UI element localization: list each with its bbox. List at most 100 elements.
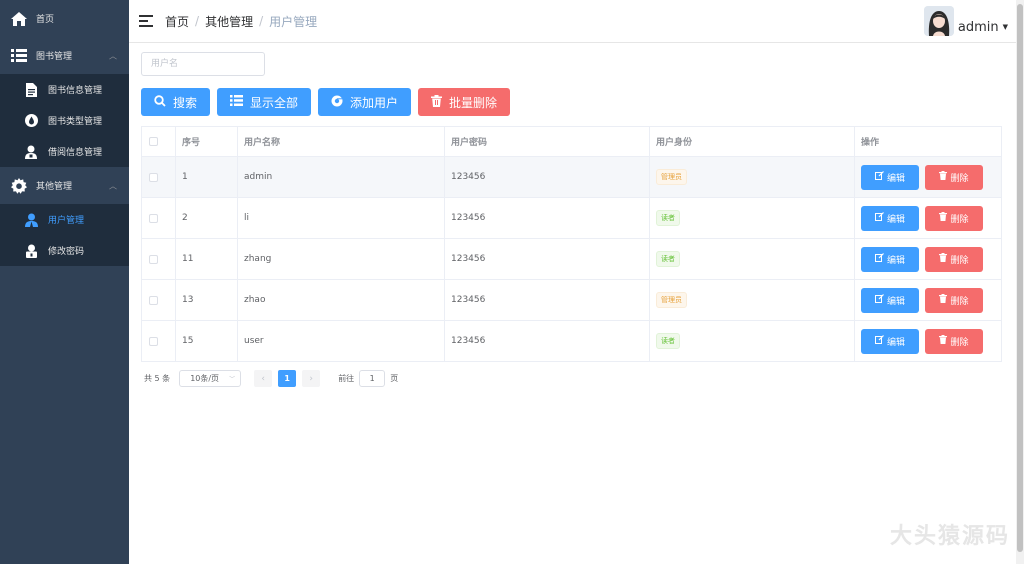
table-body: 1 admin 123456 管理员 编辑 删除 2 li 123456 读者 … (142, 157, 1001, 362)
delete-button[interactable]: 删除 (925, 205, 983, 231)
trash-icon (939, 294, 948, 306)
edit-button[interactable]: 编辑 (861, 164, 919, 190)
row-checkbox[interactable] (149, 295, 158, 305)
cell-password: 123456 (445, 157, 650, 197)
edit-icon (874, 212, 884, 224)
delete-button[interactable]: 删除 (925, 328, 983, 354)
cell-password: 123456 (445, 280, 650, 320)
scrollbar-thumb[interactable] (1017, 4, 1023, 552)
row-checkbox[interactable] (149, 172, 158, 182)
edit-icon (874, 171, 884, 183)
page-number[interactable]: 1 (278, 370, 297, 387)
delete-button[interactable]: 删除 (925, 164, 983, 190)
sidebar-item-label: 用户管理 (48, 216, 85, 226)
cell-name: zhang (238, 239, 445, 279)
sidebar-item-change-password[interactable]: 修改密码 (0, 235, 129, 266)
toolbar: 搜索 显示全部 添加用户 批量删除 (141, 88, 511, 116)
row-checkbox[interactable] (149, 213, 158, 223)
chevron-up-icon: ︿ (109, 181, 117, 190)
sidebar-item-label: 首页 (36, 15, 55, 25)
column-header-actions: 操作 (861, 138, 880, 148)
sidebar-item-book-mgmt[interactable]: 图书管理 ︿ (0, 37, 129, 74)
sidebar-item-label: 图书类型管理 (48, 117, 103, 127)
delete-button[interactable]: 删除 (925, 246, 983, 272)
breadcrumb: 首页 / 其他管理 / 用户管理 (165, 13, 318, 30)
table-row: 2 li 123456 读者 编辑 删除 (142, 198, 1001, 239)
sidebar-item-book-type[interactable]: 图书类型管理 (0, 105, 129, 136)
cell-password: 123456 (445, 239, 650, 279)
user-badge-icon (22, 143, 40, 161)
table-row: 1 admin 123456 管理员 编辑 删除 (142, 157, 1001, 198)
trash-icon (431, 94, 443, 110)
username: admin (957, 19, 999, 35)
breadcrumb-current: 用户管理 (269, 14, 318, 29)
select-all-checkbox[interactable] (149, 137, 158, 146)
list-icon (230, 95, 244, 109)
sidebar-item-label: 图书管理 (36, 52, 73, 62)
edit-button[interactable]: 编辑 (861, 328, 919, 354)
prev-page-button[interactable]: ‹ (254, 370, 273, 387)
hamburger-icon[interactable] (139, 15, 153, 27)
edit-button[interactable]: 编辑 (861, 287, 919, 313)
show-all-button[interactable]: 显示全部 (217, 88, 312, 116)
add-user-button[interactable]: 添加用户 (318, 88, 412, 116)
cell-password: 123456 (445, 321, 650, 361)
pagination: 共 5 条 10条/页 ﹀ ‹ 1 › 前往 页 (144, 370, 398, 387)
header: 首页 / 其他管理 / 用户管理 admin ▼ (129, 0, 1016, 43)
trash-icon (939, 335, 948, 347)
search-button[interactable]: 搜索 (141, 88, 211, 116)
role-tag: 读者 (656, 333, 680, 349)
sidebar-item-book-info[interactable]: 图书信息管理 (0, 74, 129, 105)
cell-name: user (238, 321, 445, 361)
table-header-row: 序号 用户名称 用户密码 用户身份 操作 (142, 127, 1001, 157)
page-jump-input[interactable] (359, 370, 386, 387)
submenu-book: 图书信息管理 图书类型管理 借阅信息管理 (0, 74, 129, 167)
pagination-total: 共 5 条 (144, 374, 171, 383)
watermark: 大头猿源码 (889, 524, 1010, 549)
trash-icon (939, 212, 948, 224)
cell-password: 123456 (445, 198, 650, 238)
role-tag: 管理员 (656, 292, 687, 308)
gear-icon (10, 177, 28, 195)
sidebar-item-borrow-info[interactable]: 借阅信息管理 (0, 136, 129, 167)
list-icon (10, 47, 28, 65)
trash-icon (939, 171, 948, 183)
row-checkbox[interactable] (149, 254, 158, 264)
user-table: 序号 用户名称 用户密码 用户身份 操作 1 admin 123456 管理员 … (141, 126, 1002, 362)
sidebar: 首页 图书管理 ︿ 图书信息管理 图书类型管理 借阅信息管理 其他管理 ︿ 用户… (0, 0, 129, 564)
sidebar-item-home[interactable]: 首页 (0, 0, 129, 37)
table-row: 11 zhang 123456 读者 编辑 删除 (142, 239, 1001, 280)
chrome-circle-icon (331, 95, 343, 110)
chevron-up-icon: ︿ (109, 51, 117, 60)
edit-icon (874, 294, 884, 306)
row-checkbox[interactable] (149, 336, 158, 346)
column-header-role: 用户身份 (650, 127, 855, 156)
breadcrumb-home[interactable]: 首页 (165, 13, 189, 30)
sidebar-item-label: 其他管理 (36, 182, 73, 192)
scrollbar[interactable] (1016, 0, 1024, 564)
document-icon (22, 81, 40, 99)
cell-name: zhao (238, 280, 445, 320)
lock-user-icon (22, 242, 40, 260)
delete-button[interactable]: 删除 (925, 287, 983, 313)
avatar (923, 6, 954, 36)
search-icon (154, 94, 166, 110)
edit-button[interactable]: 编辑 (861, 205, 919, 231)
batch-delete-button[interactable]: 批量删除 (418, 88, 511, 116)
home-icon (10, 10, 28, 28)
cell-name: li (238, 198, 445, 238)
sidebar-item-other-mgmt[interactable]: 其他管理 ︿ (0, 167, 129, 204)
username-search-input[interactable] (141, 52, 265, 76)
sidebar-item-label: 图书信息管理 (48, 86, 103, 96)
table-row: 13 zhao 123456 管理员 编辑 删除 (142, 280, 1001, 321)
cell-name: admin (238, 157, 445, 197)
page-size-select[interactable]: 10条/页 ﹀ (179, 370, 242, 387)
user-dropdown[interactable]: admin ▼ (923, 6, 1008, 36)
breadcrumb-other[interactable]: 其他管理 (205, 13, 253, 30)
edit-button[interactable]: 编辑 (861, 246, 919, 272)
sidebar-item-user-mgmt[interactable]: 用户管理 (0, 204, 129, 235)
cell-id: 13 (176, 280, 238, 320)
role-tag: 读者 (656, 251, 680, 267)
submenu-other: 用户管理 修改密码 (0, 204, 129, 266)
next-page-button[interactable]: › (302, 370, 321, 387)
